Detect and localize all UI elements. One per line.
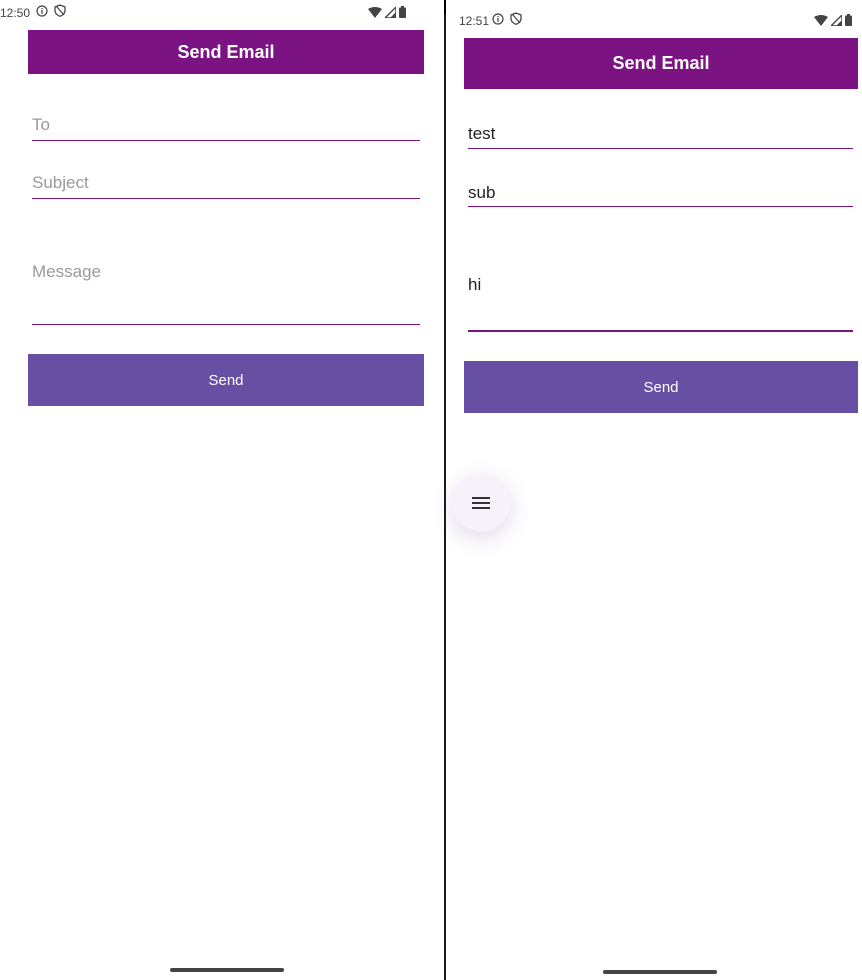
wifi-icon bbox=[368, 6, 382, 18]
signal-icon bbox=[831, 14, 842, 26]
to-input[interactable] bbox=[32, 110, 420, 140]
message-value[interactable]: hi bbox=[468, 275, 481, 295]
menu-icon bbox=[472, 497, 490, 509]
status-time: 12:50 bbox=[0, 6, 31, 20]
app-bar: Send Email bbox=[28, 30, 424, 74]
shield-icon bbox=[54, 4, 66, 17]
left-screen: 12:50 Send Email Send bbox=[0, 0, 444, 980]
message-field[interactable]: hi bbox=[468, 268, 853, 332]
shield-icon bbox=[510, 12, 522, 25]
right-screen: 12:51 Send Email test sub hi Send bbox=[448, 0, 862, 980]
message-field[interactable] bbox=[32, 262, 420, 325]
app-bar: Send Email bbox=[464, 38, 858, 89]
status-bar: 12:50 bbox=[0, 0, 444, 24]
battery-icon bbox=[399, 6, 406, 18]
to-field[interactable] bbox=[32, 110, 420, 141]
send-button-label: Send bbox=[208, 371, 244, 389]
app-bar-title: Send Email bbox=[612, 53, 710, 73]
subject-input[interactable] bbox=[32, 168, 420, 198]
battery-icon bbox=[845, 14, 852, 26]
home-indicator[interactable] bbox=[603, 970, 717, 974]
to-field[interactable]: test bbox=[468, 118, 853, 149]
subject-field[interactable]: sub bbox=[468, 176, 853, 207]
signal-icon bbox=[385, 6, 396, 18]
info-icon bbox=[36, 4, 48, 17]
status-time: 12:51 bbox=[459, 14, 490, 28]
info-icon bbox=[492, 12, 504, 25]
subject-field[interactable] bbox=[32, 168, 420, 199]
wifi-icon bbox=[814, 14, 828, 26]
message-input[interactable] bbox=[32, 262, 420, 324]
menu-fab[interactable] bbox=[452, 474, 510, 532]
home-indicator[interactable] bbox=[170, 968, 284, 972]
to-value[interactable]: test bbox=[468, 124, 495, 144]
app-bar-title: Send Email bbox=[177, 41, 275, 62]
send-button[interactable]: Send bbox=[464, 361, 858, 413]
screen-divider bbox=[444, 0, 446, 980]
subject-value[interactable]: sub bbox=[468, 183, 495, 203]
send-button[interactable]: Send bbox=[28, 354, 424, 406]
status-bar: 12:51 bbox=[448, 8, 862, 32]
send-button-label: Send bbox=[643, 378, 679, 396]
